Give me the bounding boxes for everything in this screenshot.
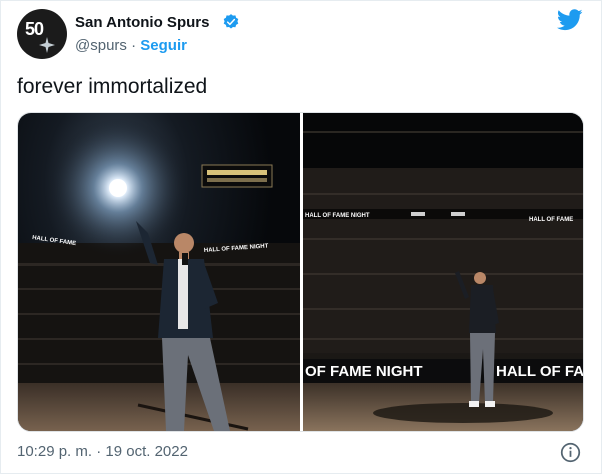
banner-right-ribbon-1: HALL OF FAME NIGHT <box>305 213 370 219</box>
photo-right-scene: HALL OF FAME NIGHT HALL OF FAME OF FAME … <box>303 113 584 431</box>
handle-row: @spurs · Seguir <box>75 37 187 54</box>
follow-button[interactable]: Seguir <box>140 37 187 54</box>
avatar[interactable]: 50 <box>17 9 67 59</box>
media-grid: HALL OF FAME HALL OF FAME NIGHT HALL OF … <box>17 112 584 432</box>
tweet-text: forever immortalized <box>17 75 208 98</box>
tweet-card: 50 San Antonio Spurs @spurs · Seguir for… <box>0 0 602 474</box>
info-icon[interactable] <box>560 442 581 463</box>
verified-badge-icon <box>223 14 239 29</box>
photo-left[interactable]: HALL OF FAME HALL OF FAME NIGHT <box>18 113 300 431</box>
spur-logo-icon <box>39 37 55 53</box>
twitter-bird-icon[interactable] <box>557 9 583 31</box>
author-handle[interactable]: @spurs <box>75 37 127 54</box>
banner-right-ribbon-2: HALL OF FAME <box>529 217 573 223</box>
photo-right[interactable]: HALL OF FAME NIGHT HALL OF FAME OF FAME … <box>303 113 584 431</box>
banner-right-stage-2: HALL OF FAME <box>496 363 584 380</box>
photo-left-scene: HALL OF FAME HALL OF FAME NIGHT <box>18 118 300 431</box>
author-name[interactable]: San Antonio Spurs <box>75 14 209 31</box>
handle-separator: · <box>126 37 141 54</box>
tweet-timestamp[interactable]: 10:29 p. m. · 19 oct. 2022 <box>17 443 188 460</box>
banner-right-stage-1: OF FAME NIGHT <box>305 363 423 380</box>
